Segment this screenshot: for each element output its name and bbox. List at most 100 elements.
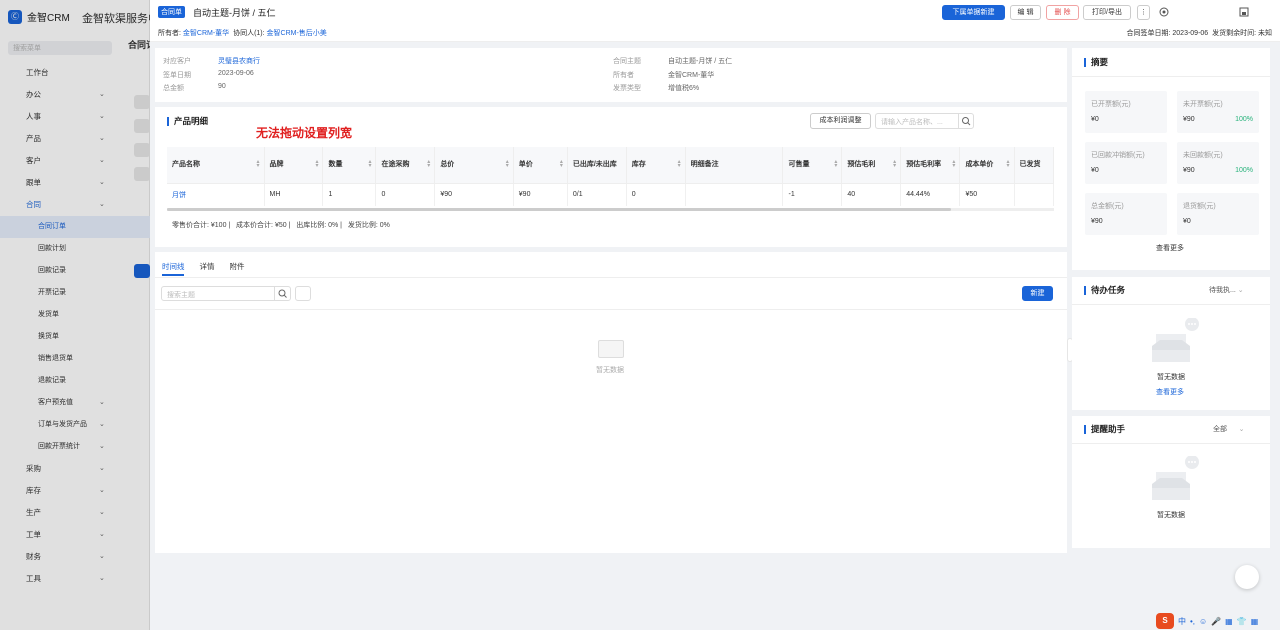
info-row: 合同主题 自动主题-月饼 / 五仁 [613,56,913,70]
column-header-label: 产品名称 [172,160,200,168]
collab-link[interactable]: 金智CRM-售后小美 [267,30,327,37]
sogou-logo-icon: S [1156,613,1174,629]
column-header-label: 数量 [328,160,343,168]
column-header[interactable]: 预估毛利 ▴ ▾ [841,147,902,183]
timeline-tabs: 时间线 详情 附件 [162,261,260,272]
column-header[interactable]: 数量 ▴ ▾ [322,147,377,183]
column-header-label: 在途采购 [381,160,410,168]
todo-more-link[interactable]: 查看更多 [1156,387,1184,397]
tab[interactable]: 时间线 [162,261,185,272]
info-row: 签单日期 2023-09-06 [163,70,463,84]
toolbox-icon[interactable]: ▦ [1251,617,1259,626]
tab[interactable]: 附件 [230,261,245,272]
delete-button[interactable]: 删 除 [1046,5,1079,20]
filter-toggle[interactable] [295,286,311,301]
stat-value: ¥90 [1091,218,1103,225]
skin-icon[interactable]: 👕 [1237,617,1247,626]
column-header[interactable]: 可售量 ▴ ▾ [782,147,843,183]
product-search-input[interactable]: 请输入产品名称、... [875,113,959,129]
remaining-label: 发货剩余时间: [1212,30,1257,37]
microphone-icon[interactable]: 🎤 [1211,617,1221,626]
sort-icon[interactable]: ▴ ▾ [368,159,371,169]
punctuation-icon[interactable]: •, [1190,617,1195,626]
sort-icon[interactable]: ▴ ▾ [257,159,260,169]
sort-icon[interactable]: ▴ ▾ [952,159,955,169]
column-header[interactable]: 总价 ▴ ▾ [434,147,514,183]
divider [1072,443,1270,444]
column-header[interactable]: 品牌 ▴ ▾ [264,147,324,183]
column-header[interactable]: 已发货 [1014,147,1054,183]
column-header[interactable]: 明细备注 [685,147,784,183]
sort-icon[interactable]: ▴ ▾ [427,159,430,169]
table-cell: 0/1 [567,182,627,206]
column-header[interactable]: 成本单价 ▴ ▾ [959,147,1015,183]
save-icon[interactable] [1238,6,1250,18]
table-scrollbar-track[interactable] [167,208,1054,211]
reminder-filter-select[interactable]: 全部 ⌄ [1213,424,1245,434]
ime-toolbar[interactable]: S 中 •, ☺ 🎤 ▦ 👕 ▦ [1156,612,1258,630]
timeline-search-input[interactable]: 搜索主题 [161,286,275,301]
column-header[interactable]: 单价 ▴ ▾ [513,147,568,183]
more-button[interactable]: ⋮ [1137,5,1150,20]
cost-profit-adjust-button[interactable]: 成本利润调整 [810,113,871,129]
sort-icon[interactable]: ▴ ▾ [834,159,837,169]
stat-label: 总金额(元) [1091,203,1124,210]
table-cell: 44.44% [900,182,961,206]
edit-button[interactable]: 编 辑 [1010,5,1041,20]
timeline-search-button[interactable] [274,286,291,301]
stat-label: 已回款冲销额(元) [1091,152,1145,159]
customer-link[interactable]: 灵璧县农商行 [218,56,260,70]
ime-lang[interactable]: 中 [1178,616,1186,627]
basic-info-left: 对应客户 灵璧县农商行 签单日期 2023-09-06 总金额 90 [163,56,463,97]
owner-link[interactable]: 金智CRM-董华 [183,30,229,37]
annotation-text: 无法拖动设置列宽 [256,126,353,140]
floating-action-button[interactable] [1235,565,1259,589]
print-export-button[interactable]: 打印/导出 [1083,5,1131,20]
timeline-new-button[interactable]: 新建 [1022,286,1053,301]
stat-value: ¥0 [1091,116,1099,123]
sort-icon[interactable]: ▴ ▾ [315,159,318,169]
column-header-label: 预估毛利率 [906,160,942,168]
summary-more-link[interactable]: 查看更多 [1156,243,1184,253]
product-name-link[interactable]: 月饼 [167,182,265,206]
column-header[interactable]: 库存 ▴ ▾ [626,147,686,183]
column-header[interactable]: 产品名称 ▴ ▾ [167,147,265,183]
info-label: 总金额 [163,85,184,92]
table-row[interactable]: 月饼 MH 1 0 ¥90 ¥90 0/1 0 -1 40 44.44% ¥50 [167,182,1054,206]
table-cell [685,182,784,206]
remaining-value: 未知 [1258,30,1272,37]
summary-stat-box: 退货额(元) ¥0 [1177,193,1259,235]
sort-icon[interactable]: ▴ ▾ [1007,159,1010,169]
info-label: 签单日期 [163,71,191,79]
column-header-label: 总价 [440,160,455,168]
stat-value: ¥90 [1183,167,1195,174]
column-header[interactable]: 预估毛利率 ▴ ▾ [900,147,961,183]
search-icon [962,117,971,126]
table-cell: 40 [841,182,902,206]
table-scrollbar-thumb[interactable] [167,208,951,211]
info-label: 发票类型 [613,85,641,92]
sort-icon[interactable]: ▴ ▾ [506,159,509,169]
sort-icon[interactable]: ▴ ▾ [678,159,681,169]
tab[interactable]: 详情 [200,261,215,272]
reminder-empty-text: 暂无数据 [1157,512,1185,519]
product-summary: 零售价合计: ¥100 | 成本价合计: ¥50 | 出库比例: 0% | 发货… [172,222,390,229]
view-icon[interactable] [1158,6,1170,18]
sort-icon[interactable]: ▴ ▾ [560,159,563,169]
table-cell: 0 [626,182,686,206]
sub-doc-new-button[interactable]: 下属单据新建 [942,5,1005,20]
tab-divider [155,277,1067,278]
divider [1072,304,1270,305]
emoji-icon[interactable]: ☺ [1199,617,1207,626]
sort-icon[interactable]: ▴ ▾ [893,159,896,169]
column-header[interactable]: 在途采购 ▴ ▾ [375,147,436,183]
table-cell: ¥90 [513,182,568,206]
column-header[interactable]: 已出库/未出库 [567,147,627,183]
table-cell [1014,182,1054,206]
product-search-button[interactable] [958,113,974,129]
timeline-empty-text: 暂无数据 [596,367,624,374]
keyboard-icon[interactable]: ▦ [1225,617,1233,626]
modal-overlay[interactable] [0,0,150,630]
todo-filter-select[interactable]: 待我执... ⌄ [1209,285,1244,295]
sign-date-label: 合同签单日期: [1126,30,1171,37]
